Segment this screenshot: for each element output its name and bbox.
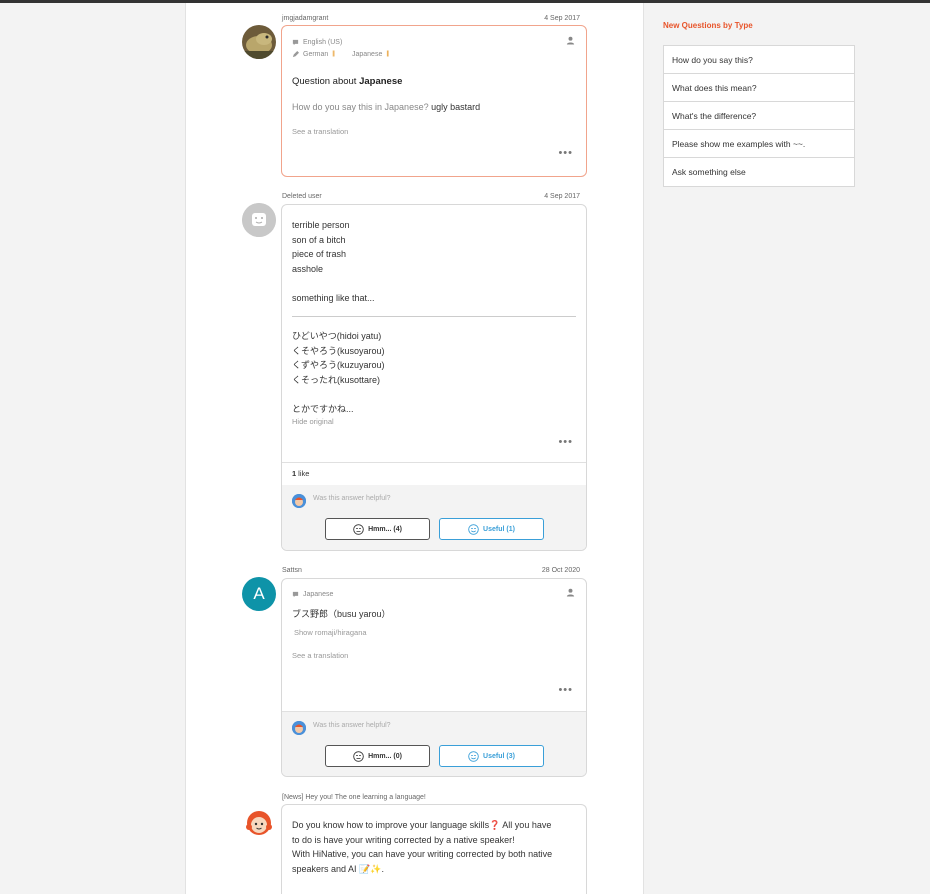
answer1-closing-en: something like that... xyxy=(292,292,375,303)
learning-language-1: German xyxy=(303,50,329,58)
useful-button[interactable]: Useful (1) xyxy=(439,518,544,540)
more-options-icon[interactable]: ••• xyxy=(558,148,573,159)
see-translation-link[interactable]: See a translation xyxy=(282,651,586,660)
like-count-row[interactable]: 1 like xyxy=(282,462,586,484)
question-username[interactable]: jmgjadamgrant xyxy=(282,15,328,22)
question-meta: jmgjadamgrant 4 Sep 2017 xyxy=(282,15,580,22)
hmm-button[interactable]: Hmm... (0) xyxy=(325,745,430,767)
answer1-card: terrible person son of a bitch piece of … xyxy=(281,204,587,551)
avatar-letter: A xyxy=(253,584,265,603)
question-date: 4 Sep 2017 xyxy=(544,15,580,22)
question-phrase: ugly bastard xyxy=(431,102,481,112)
answer1-line: asshole xyxy=(292,263,324,274)
answer1-closing-jp: とかですかね... xyxy=(292,403,354,414)
hmm-face-icon xyxy=(353,523,364,535)
hmm-button[interactable]: Hmm... (4) xyxy=(325,518,430,540)
pencil-icon xyxy=(292,50,299,57)
answer1-line: ひどいやつ(hidoi yatu) xyxy=(292,331,382,341)
proficiency-bars-icon: ||| xyxy=(386,51,389,57)
type-item-how-do-you-say[interactable]: How do you say this? xyxy=(664,46,854,74)
type-item-examples[interactable]: Please show me examples with ~~. xyxy=(664,130,854,158)
learning-language-2: Japanese xyxy=(351,50,383,58)
answer1-line: くそったれ(kusottare) xyxy=(292,374,381,385)
answer2-username[interactable]: Sattsn xyxy=(282,567,302,574)
answer1-user-avatar[interactable] xyxy=(242,203,276,237)
news-line: to do is have your writing corrected by … xyxy=(292,834,515,845)
type-item-what-does-this-mean[interactable]: What does this mean? xyxy=(664,74,854,102)
answer1-line: son of a bitch xyxy=(292,234,346,245)
news-body: Do you know how to improve your language… xyxy=(282,805,586,876)
question-user-avatar[interactable] xyxy=(242,25,276,59)
news-line: With HiNative, you can have your writing… xyxy=(292,849,553,859)
answer1-meta: Deleted user 4 Sep 2017 xyxy=(282,193,580,200)
answer2-meta: Sattsn 28 Oct 2020 xyxy=(282,567,580,574)
learning-languages-line: German ||| Japanese ||| xyxy=(292,48,576,60)
answer1-line: piece of trash xyxy=(292,249,347,259)
show-romaji-link[interactable]: Show romaji/hiragana xyxy=(282,628,586,637)
helpful-question: Was this answer helpful? xyxy=(313,495,391,502)
news-line: Do you know how to improve your language… xyxy=(292,820,552,830)
speech-bubble-icon xyxy=(292,591,299,597)
mascot-icon xyxy=(292,494,306,508)
mascot-icon xyxy=(292,721,306,735)
answer1-line: くそやろう(kusoyarou) xyxy=(292,345,385,356)
like-label: like xyxy=(298,469,310,478)
helpful-question: Was this answer helpful? xyxy=(313,722,391,729)
question-title: Question about Japanese xyxy=(292,76,403,87)
useful-face-icon xyxy=(468,523,479,535)
answer2-card: Japanese ブス野郎（busu yarou） Show romaji/hi… xyxy=(281,578,587,777)
question-type-list: How do you say this? What does this mean… xyxy=(663,45,855,187)
answer2-text: ブス野郎（busu yarou） xyxy=(292,609,391,619)
native-language: English (US) xyxy=(303,38,343,46)
type-item-ask-something-else[interactable]: Ask something else xyxy=(664,158,854,186)
answer2-date: 28 Oct 2020 xyxy=(541,567,580,574)
news-meta: [News] Hey you! The one learning a langu… xyxy=(282,794,580,801)
native-language-line: Japanese xyxy=(292,588,576,600)
proficiency-bars-icon: ||| xyxy=(332,51,335,57)
answer1-english-block: terrible person son of a bitch piece of … xyxy=(282,205,586,305)
speech-bubble-icon xyxy=(292,39,299,45)
answer1-line: くずやろう(kuzuyarou) xyxy=(292,360,385,370)
more-options-icon[interactable]: ••• xyxy=(558,437,573,448)
type-item-difference[interactable]: What's the difference? xyxy=(664,102,854,130)
helpful-section: Was this answer helpful? Hmm... (0) Usef… xyxy=(282,711,586,776)
native-language-line: English (US) xyxy=(292,36,576,48)
news-mascot-avatar xyxy=(242,805,276,839)
news-line: speakers and AI 📝✨. xyxy=(292,863,384,874)
answer1-date: 4 Sep 2017 xyxy=(544,193,580,200)
question-language: Japanese xyxy=(359,76,403,87)
sidebar-title: New Questions by Type xyxy=(663,21,753,30)
native-language: Japanese xyxy=(303,590,334,598)
answer1-japanese-block: ひどいやつ(hidoi yatu) くそやろう(kusoyarou) くずやろう… xyxy=(282,317,586,416)
useful-face-icon xyxy=(468,750,479,762)
useful-button[interactable]: Useful (3) xyxy=(439,745,544,767)
person-icon[interactable] xyxy=(566,588,575,597)
helpful-section: Was this answer helpful? Hmm... (4) Usef… xyxy=(282,485,586,550)
answer1-username: Deleted user xyxy=(282,193,322,200)
answer1-line: terrible person xyxy=(292,220,350,230)
like-count: 1 xyxy=(292,469,297,478)
answer2-user-avatar[interactable]: A xyxy=(242,577,276,611)
hmm-face-icon xyxy=(353,750,364,762)
question-card: English (US) German ||| Japanese ||| Que… xyxy=(281,25,587,177)
see-translation-link[interactable]: See a translation xyxy=(282,127,586,136)
more-options-icon[interactable]: ••• xyxy=(558,685,573,696)
hide-original-link[interactable]: Hide original xyxy=(282,417,586,426)
news-card[interactable]: Do you know how to improve your language… xyxy=(281,804,587,894)
person-icon[interactable] xyxy=(566,36,575,45)
question-body: How do you say this in Japanese? ugly ba… xyxy=(292,102,481,112)
news-header[interactable]: [News] Hey you! The one learning a langu… xyxy=(282,794,426,801)
